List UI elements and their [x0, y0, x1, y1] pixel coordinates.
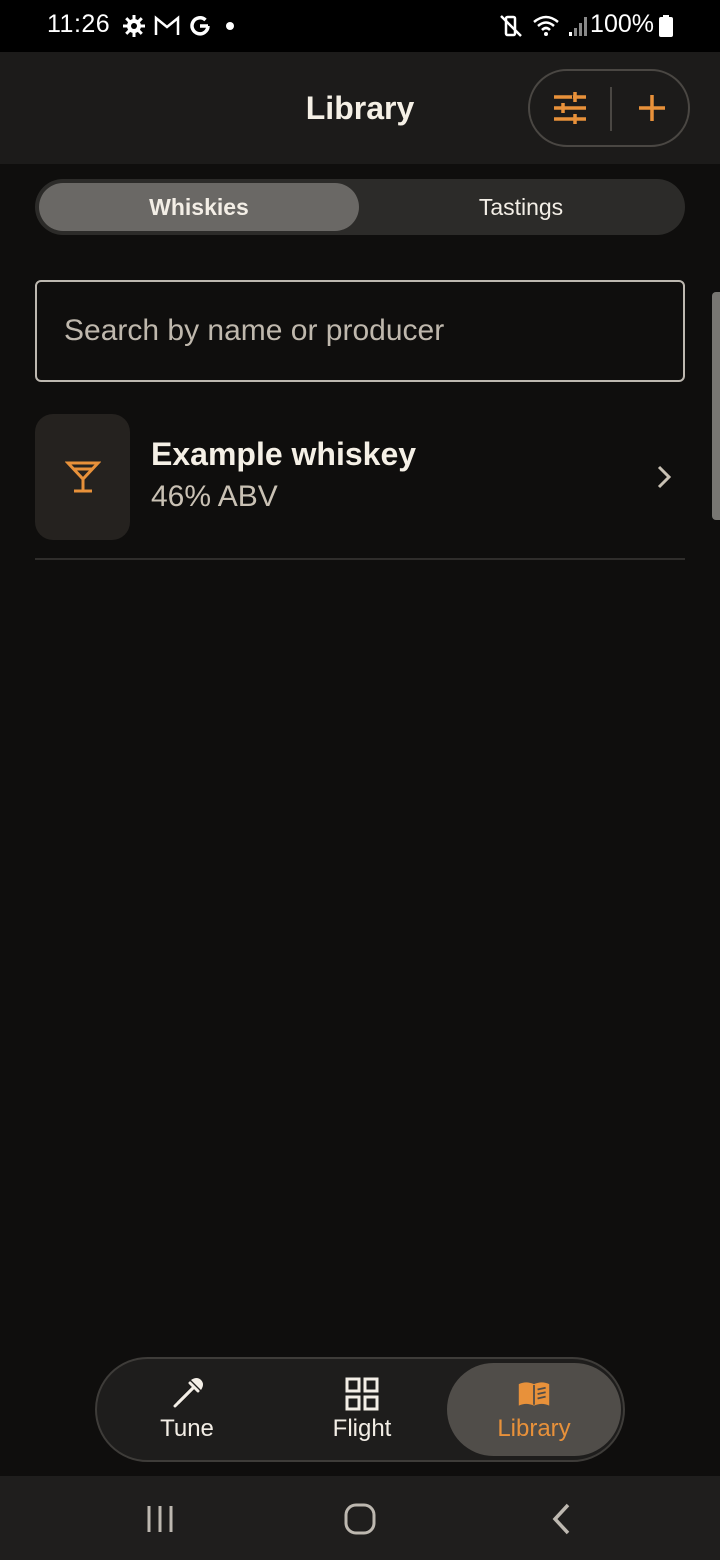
home-icon — [344, 1503, 376, 1535]
tab-tastings[interactable]: Tastings — [361, 183, 681, 231]
nav-flight[interactable]: Flight — [277, 1359, 447, 1460]
nav-library[interactable]: Library — [447, 1363, 621, 1456]
status-time: 11:26 — [47, 10, 111, 38]
chevron-right-icon — [657, 465, 672, 489]
header-actions — [528, 69, 690, 147]
tab-whiskies[interactable]: Whiskies — [39, 183, 359, 231]
list-item[interactable]: Example whiskey 46% ABV — [35, 414, 685, 540]
status-bar: 11:26 100% — [0, 0, 720, 52]
battery-level: 100% — [590, 10, 654, 38]
signal-icon — [569, 17, 587, 36]
nav-library-label: Library — [497, 1414, 571, 1442]
nav-flight-label: Flight — [332, 1414, 392, 1442]
nav-tune[interactable]: Tune — [97, 1359, 277, 1460]
search-input[interactable] — [35, 280, 685, 382]
wifi-icon — [533, 15, 559, 36]
cocktail-icon — [64, 461, 101, 493]
grid-icon — [345, 1377, 379, 1410]
add-icon — [639, 95, 665, 121]
dropper-icon — [173, 1377, 203, 1407]
item-thumbnail — [35, 414, 130, 540]
list-divider — [35, 558, 685, 560]
recents-icon — [147, 1506, 173, 1532]
item-subtitle: 46% ABV — [151, 480, 278, 513]
battery-icon — [659, 15, 673, 37]
back-icon — [552, 1503, 570, 1535]
add-button[interactable] — [612, 71, 692, 145]
dot-icon — [226, 22, 234, 30]
home-button[interactable] — [330, 1494, 390, 1544]
filter-button[interactable] — [530, 71, 610, 145]
app-bar: Library — [0, 52, 720, 164]
filter-icon — [554, 92, 586, 124]
nav-tune-label: Tune — [160, 1414, 214, 1442]
item-title: Example whiskey — [151, 436, 417, 472]
system-nav-bar — [0, 1476, 720, 1560]
book-icon — [518, 1381, 550, 1406]
settings-icon — [123, 15, 145, 37]
bottom-nav: Tune Flight Library — [95, 1357, 625, 1462]
back-button[interactable] — [533, 1494, 593, 1544]
scrollbar[interactable] — [712, 292, 720, 520]
google-icon — [190, 16, 210, 36]
recents-button[interactable] — [130, 1494, 190, 1544]
mute-icon — [500, 15, 522, 37]
gmail-icon — [154, 15, 180, 35]
segmented-control: Whiskies Tastings — [35, 179, 685, 235]
